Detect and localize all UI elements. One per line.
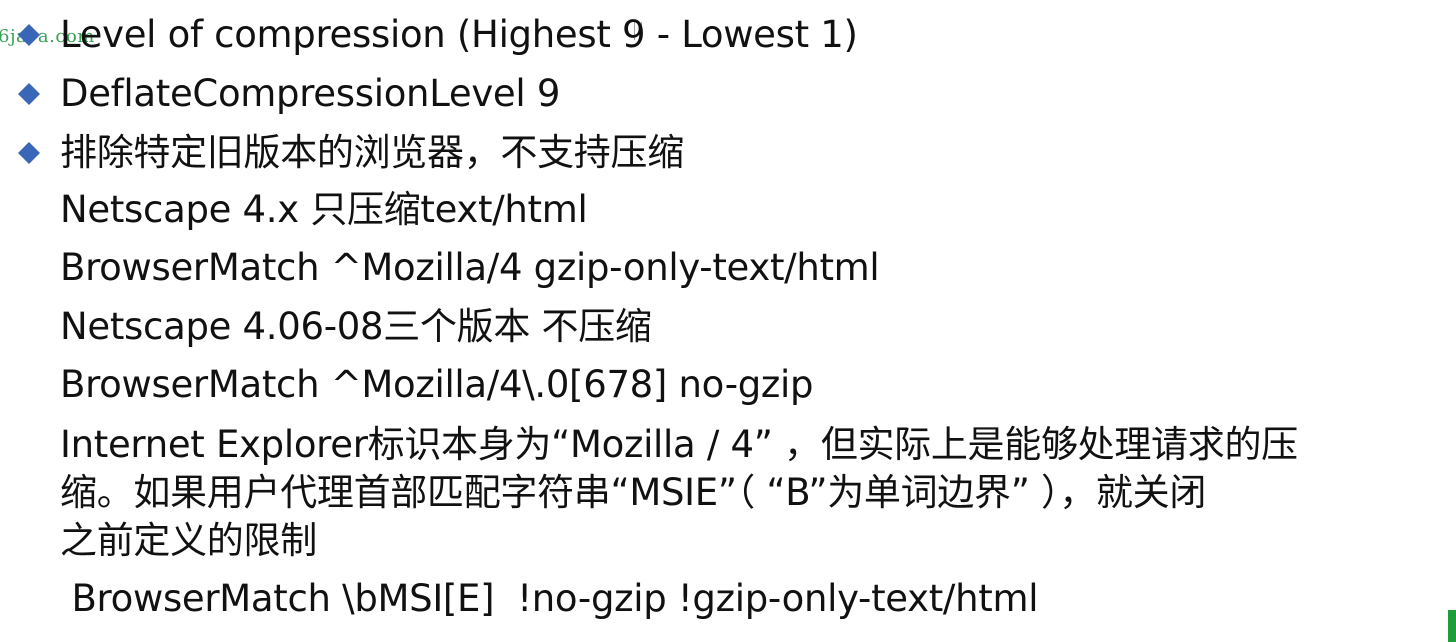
diamond-bullet-icon [17, 82, 41, 106]
paragraph-line: 之前定义的限制 [60, 519, 317, 562]
line-text: BrowserMatch \bMSI[E] !no-gzip !gzip-onl… [60, 577, 1039, 620]
line-text: BrowserMatch ^Mozilla/4 gzip-only-text/h… [60, 246, 880, 289]
line-text: Netscape 4.06-08三个版本 不压缩 [60, 305, 652, 348]
line-text: Netscape 4.x 只压缩text/html [60, 188, 588, 231]
bullet-text: DeflateCompressionLevel 9 [60, 72, 561, 115]
paragraph-line: Internet Explorer标识本身为“Mozilla / 4” ，但实际… [60, 423, 1298, 466]
bullet-text: Level of compression (Highest 9 - Lowest… [60, 13, 858, 56]
paragraph-line: 缩。如果用户代理首部匹配字符串“MSIE”（ “B”为单词边界” ），就关闭 [60, 471, 1207, 514]
paragraph: Internet Explorer标识本身为“Mozilla / 4” ，但实际… [60, 421, 1450, 565]
diamond-bullet-icon [17, 23, 41, 47]
line-text: BrowserMatch ^Mozilla/4\.0[678] no-gzip [60, 363, 814, 406]
bullet-text: 排除特定旧版本的浏览器，不支持压缩 [60, 131, 684, 174]
diamond-bullet-icon [17, 141, 41, 165]
corner-edge-mark [1448, 610, 1456, 642]
